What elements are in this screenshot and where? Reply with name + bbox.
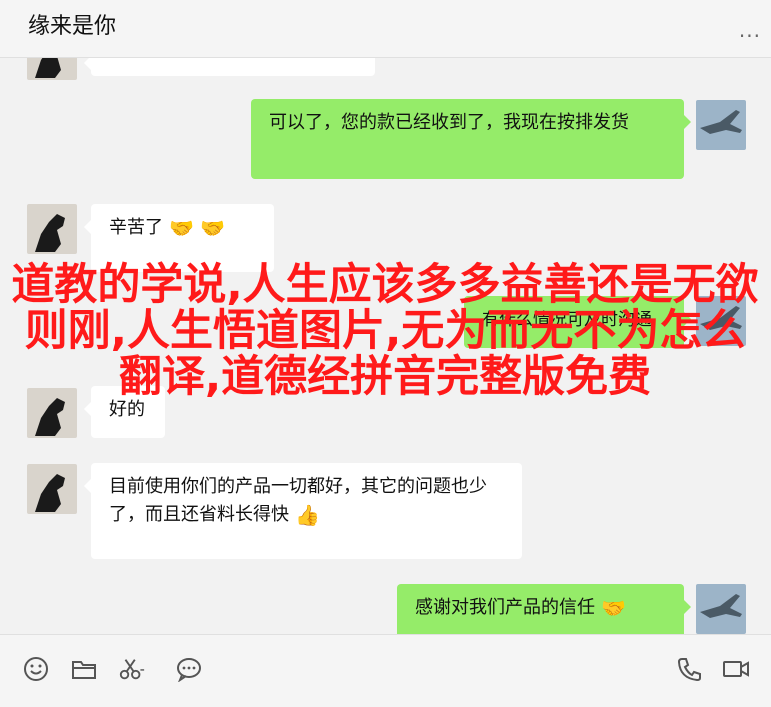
more-options-icon[interactable]: ... — [739, 18, 761, 42]
emoji-icon[interactable] — [22, 655, 50, 683]
phone-icon[interactable] — [675, 655, 703, 683]
message-text: 辛苦了 — [109, 217, 163, 238]
scissors-icon[interactable] — [118, 655, 146, 683]
chat-header: 缘来是你 ... — [0, 0, 771, 58]
chat-history-icon[interactable] — [175, 655, 203, 683]
message-bubble-partial[interactable] — [84, 58, 375, 76]
input-toolbar — [0, 634, 771, 707]
chat-window: 缘来是你 ... 可以了，您的款已经收到了，我现在按排发货 辛苦了 🤝 🤝 有什么… — [0, 0, 771, 707]
self-avatar-jet[interactable] — [696, 100, 746, 150]
contact-avatar-horse[interactable] — [27, 464, 77, 514]
message-text: 好的 — [109, 399, 145, 420]
self-avatar-jet[interactable] — [696, 584, 746, 634]
message-bubble-right[interactable]: 可以了，您的款已经收到了，我现在按排发货 — [251, 99, 691, 179]
overlay-spam-text: 道教的学说,人生应该多多益善还是无欲则刚,人生悟道图片,无为而无不为怎么翻译,道… — [11, 260, 759, 402]
folder-icon[interactable] — [70, 655, 98, 683]
message-bubble-right[interactable]: 感谢对我们产品的信任 🤝 — [397, 584, 691, 634]
message-text: 可以了，您的款已经收到了，我现在按排发货 — [269, 112, 629, 133]
contact-avatar-horse[interactable] — [27, 58, 77, 80]
handshake-icon: 🤝 — [601, 596, 626, 620]
contact-avatar-horse[interactable] — [27, 204, 77, 254]
thumbs-up-icon: 👍 — [295, 503, 320, 527]
chat-title: 缘来是你 — [28, 14, 117, 39]
message-bubble-left[interactable]: 目前使用你们的产品一切都好，其它的问题也少了，而且还省料长得快 👍 — [84, 463, 522, 559]
handshake-icon: 🤝 🤝 — [169, 216, 226, 240]
message-text: 感谢对我们产品的信任 — [415, 597, 595, 618]
video-call-icon[interactable] — [722, 655, 750, 683]
